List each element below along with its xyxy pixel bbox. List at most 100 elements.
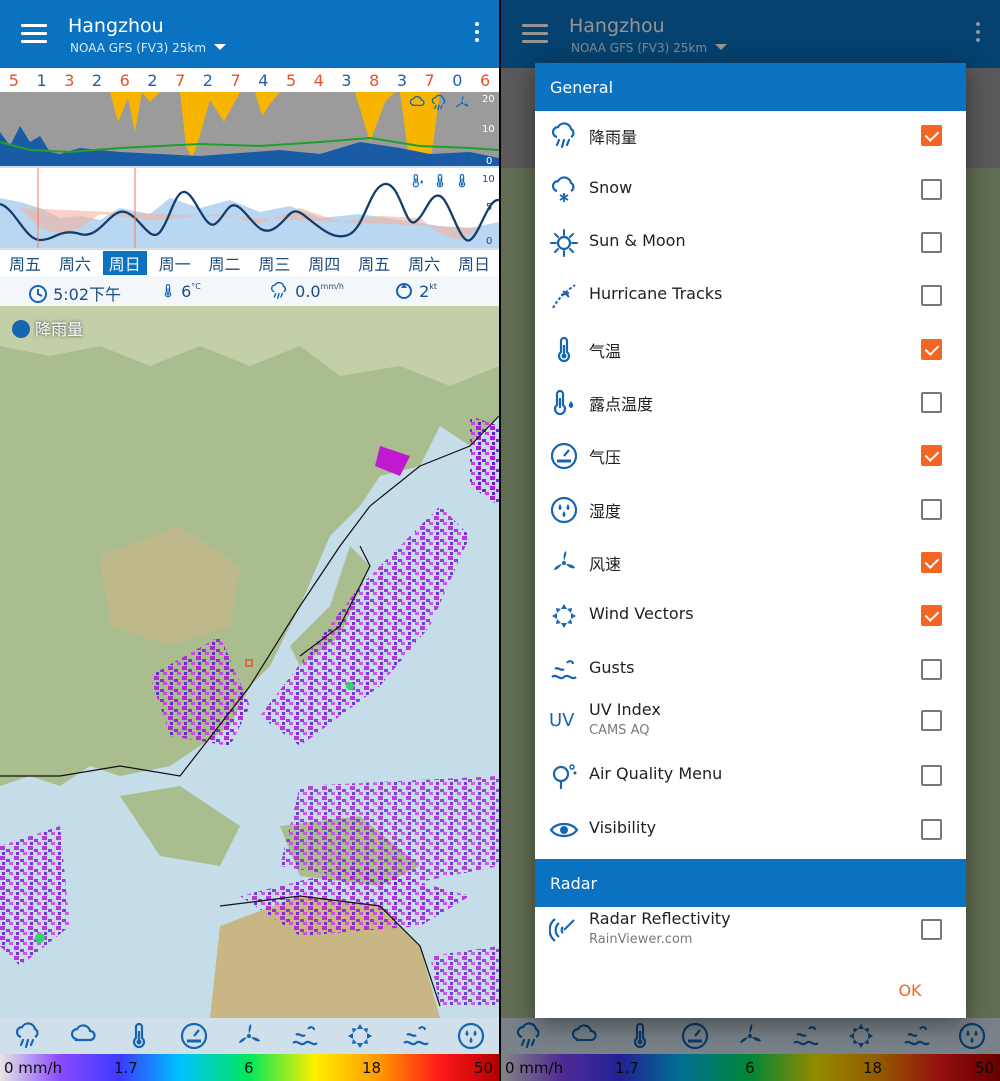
temp-value: 6	[181, 282, 192, 301]
layer-item-2[interactable]: Sun & Moon	[535, 216, 966, 269]
legend-label-2: 6	[244, 1059, 254, 1077]
wind-vectors-icon	[549, 601, 579, 631]
layer-item-checkbox[interactable]	[921, 125, 942, 146]
app-bar: Hangzhou NOAA GFS (FV3) 25km	[0, 0, 499, 68]
layer-item-label: Wind Vectors	[589, 604, 694, 623]
air-quality-icon	[549, 761, 579, 791]
more-layers-icon[interactable]	[456, 1021, 486, 1051]
wind-turbine-icon	[549, 548, 579, 578]
layers-dialog: General 降雨量 Snow Sun & Moon Hurricane Track…	[535, 63, 966, 1018]
layer-item-checkbox[interactable]	[921, 659, 942, 680]
layer-toolbar	[0, 1018, 499, 1054]
wind-direction-icon	[396, 283, 412, 299]
city-title[interactable]: Hangzhou	[68, 15, 164, 37]
precip-wind-chart[interactable]: 20 10 0	[0, 92, 499, 167]
layer-item-11[interactable]: UV UV Index CAMS AQ	[535, 694, 966, 747]
day-tab-5[interactable]: 周三	[252, 251, 296, 275]
daily-value-12: 3	[341, 70, 352, 90]
active-layer-label[interactable]: 降雨量	[12, 316, 83, 340]
layer-item-label: 风速	[589, 555, 622, 574]
layer-item-label: 气压	[589, 448, 622, 467]
day-tab-9[interactable]: 周日	[452, 251, 496, 275]
layer-item-label: Gusts	[589, 658, 635, 677]
layer-item-checkbox[interactable]	[921, 605, 942, 626]
cloud-layer-icon[interactable]	[68, 1021, 98, 1051]
layer-item-checkbox[interactable]	[921, 819, 942, 840]
day-tab-2[interactable]: 周日	[102, 251, 147, 275]
radar-item-checkbox[interactable]	[921, 919, 942, 940]
layer-item-10[interactable]: Gusts	[535, 643, 966, 696]
precip-legend: 0 mm/h 1.7 6 18 50	[0, 1054, 499, 1081]
temperature-chart[interactable]: 10 5 0	[0, 168, 499, 248]
layer-settings-screen: Hangzhou NOAA GFS (FV3) 25km 0 mm/h 1.7 …	[501, 0, 1000, 1081]
day-tab-6[interactable]: 周四	[302, 251, 346, 275]
layer-item-checkbox[interactable]	[921, 392, 942, 413]
wind-unit: kt	[429, 282, 438, 291]
layer-item-8[interactable]: 风速	[535, 536, 966, 589]
layer-item-0[interactable]: 降雨量	[535, 109, 966, 162]
daily-value-5: 2	[147, 70, 158, 90]
layer-item-9[interactable]: Wind Vectors	[535, 589, 966, 642]
time-value: 5:02下午	[53, 285, 122, 304]
temp-stat: 6°C	[160, 281, 201, 301]
sun-icon	[549, 228, 579, 258]
wind-vectors-layer-icon[interactable]	[345, 1021, 375, 1051]
chart2-tick-low: 0	[486, 236, 492, 247]
layer-item-checkbox[interactable]	[921, 232, 942, 253]
thermometer-icon	[160, 281, 176, 301]
layer-item-7[interactable]: 湿度	[535, 483, 966, 536]
legend-label-1: 1.7	[114, 1059, 138, 1077]
layer-item-4[interactable]: 气温	[535, 323, 966, 376]
layer-item-checkbox[interactable]	[921, 710, 942, 731]
layer-item-1[interactable]: Snow	[535, 163, 966, 216]
layer-item-label: UV Index	[589, 700, 661, 719]
layer-item-3[interactable]: Hurricane Tracks	[535, 269, 966, 322]
layer-item-5[interactable]: 露点温度	[535, 376, 966, 429]
layer-item-13[interactable]: Visibility	[535, 803, 966, 856]
weather-map[interactable]	[0, 306, 499, 1018]
layer-item-checkbox[interactable]	[921, 499, 942, 520]
layer-item-checkbox[interactable]	[921, 285, 942, 306]
daily-value-4: 6	[119, 70, 130, 90]
layer-item-checkbox[interactable]	[921, 765, 942, 786]
daily-value-8: 7	[230, 70, 241, 90]
waves-layer-icon[interactable]	[401, 1021, 431, 1051]
layer-item-label: 降雨量	[589, 128, 638, 147]
layer-item-checkbox[interactable]	[921, 179, 942, 200]
day-tab-7[interactable]: 周五	[352, 251, 396, 275]
chart1-tick-high: 20	[482, 94, 495, 105]
layer-item-checkbox[interactable]	[921, 339, 942, 360]
daily-value-16: 0	[452, 70, 463, 90]
main-forecast-screen: Hangzhou NOAA GFS (FV3) 25km 51326272745…	[0, 0, 499, 1081]
gusts-layer-icon[interactable]	[290, 1021, 320, 1051]
day-tab-3[interactable]: 周一	[153, 251, 197, 275]
section-header-radar: Radar	[535, 859, 966, 907]
layer-item-radar-reflectivity[interactable]: Radar Reflectivity RainViewer.com	[535, 903, 966, 956]
rain-layer-icon[interactable]	[13, 1021, 43, 1051]
temp-unit: °C	[191, 282, 201, 291]
day-tab-1[interactable]: 周六	[53, 251, 97, 275]
temperature-layer-icon[interactable]	[124, 1021, 154, 1051]
legend-label-3: 18	[362, 1059, 382, 1077]
daily-values-row: 513262727454383706	[0, 68, 499, 92]
clock-icon	[29, 285, 47, 303]
daily-value-15: 7	[424, 70, 435, 90]
menu-button[interactable]	[18, 20, 50, 48]
layer-item-label: Hurricane Tracks	[589, 284, 723, 303]
section-header-general: General	[535, 63, 966, 111]
more-options-button[interactable]	[473, 22, 481, 46]
day-tab-8[interactable]: 周六	[402, 251, 446, 275]
day-tab-4[interactable]: 周二	[203, 251, 247, 275]
ok-button[interactable]: OK	[880, 973, 940, 1009]
day-selector[interactable]: 周五 周六 周日 周一 周二 周三 周四 周五 周六 周日	[0, 250, 499, 276]
layer-item-6[interactable]: 气压	[535, 429, 966, 482]
wind-layer-icon[interactable]	[234, 1021, 264, 1051]
hurricane-track-icon	[549, 281, 579, 311]
layer-item-checkbox[interactable]	[921, 552, 942, 573]
layer-item-12[interactable]: Air Quality Menu	[535, 749, 966, 802]
day-tab-0[interactable]: 周五	[3, 251, 47, 275]
pressure-layer-icon[interactable]	[179, 1021, 209, 1051]
model-selector[interactable]: NOAA GFS (FV3) 25km	[70, 41, 226, 55]
time-stat: 5:02下午	[28, 281, 121, 305]
layer-item-checkbox[interactable]	[921, 445, 942, 466]
